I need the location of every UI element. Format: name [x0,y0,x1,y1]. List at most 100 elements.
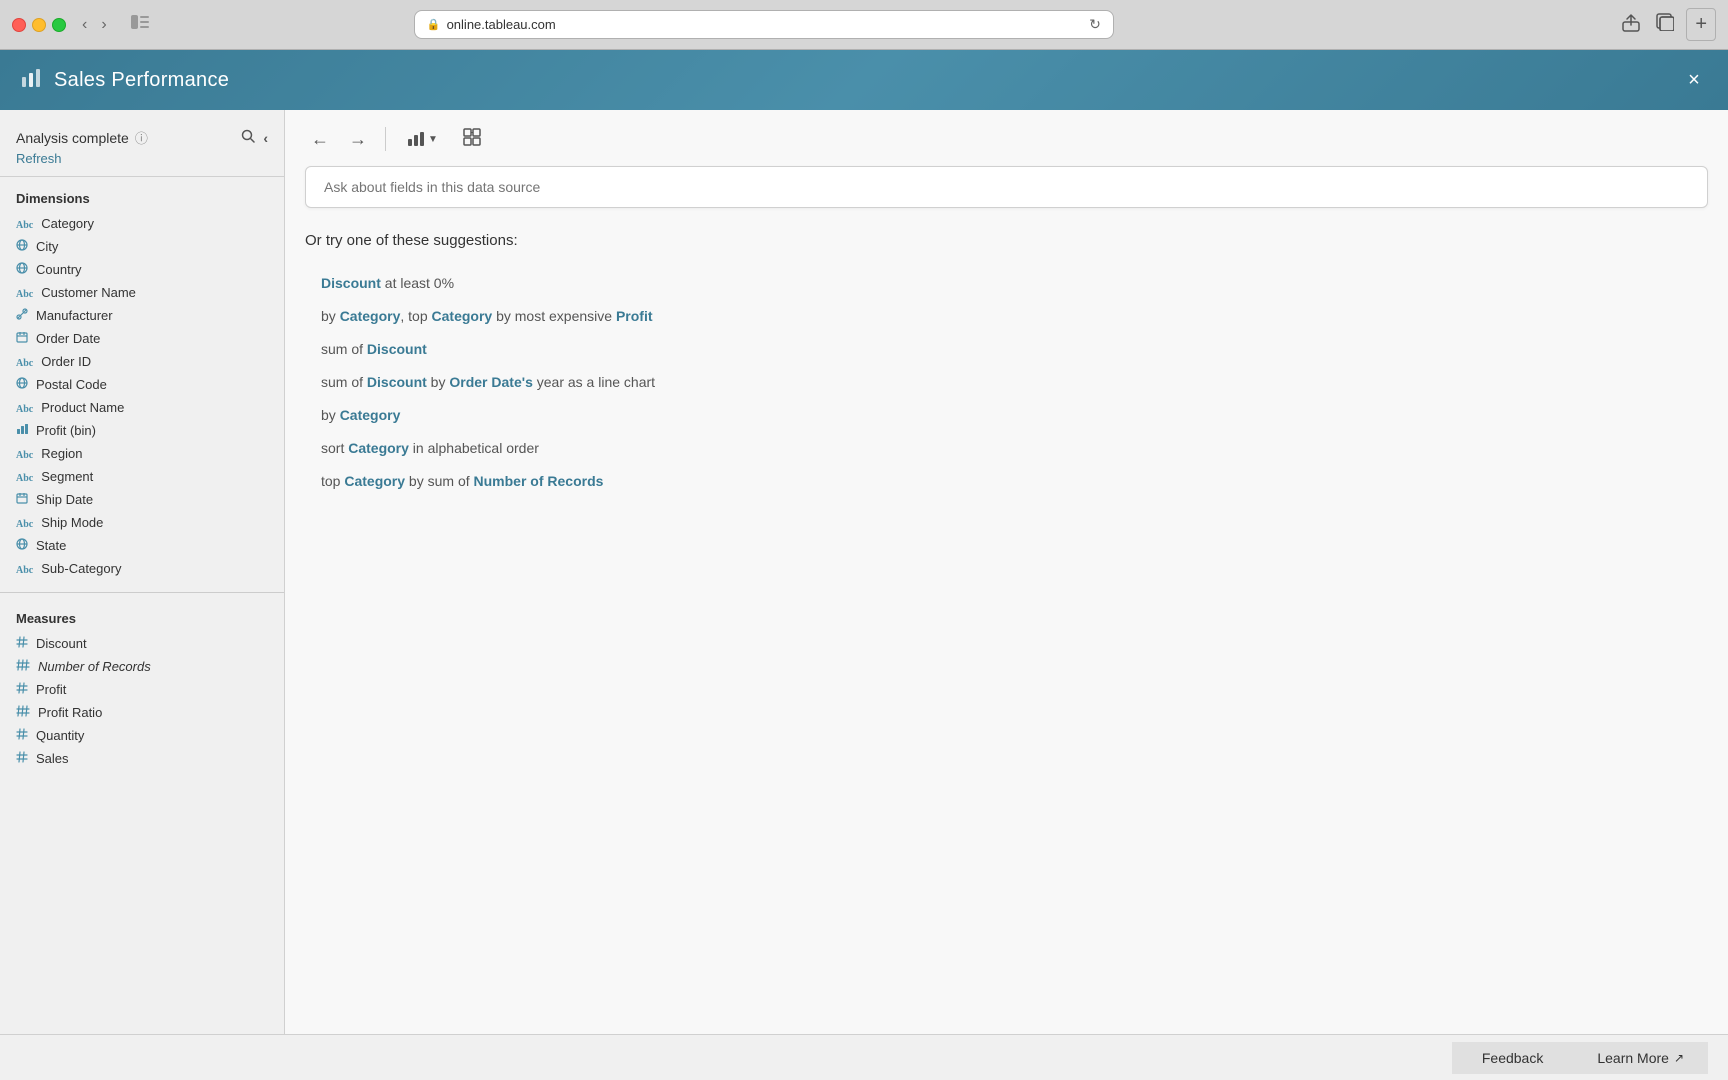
suggestion-field: Order Date's [449,374,532,390]
fullscreen-traffic-light[interactable] [52,18,66,32]
dimension-item[interactable]: AbcSub-Category [0,557,284,580]
new-tab-button[interactable]: + [1686,8,1716,41]
dimension-item[interactable]: AbcShip Mode [0,511,284,534]
dimension-item[interactable]: Abc Segment [0,465,284,488]
toolbar-divider [385,127,386,151]
suggestion-item[interactable]: by Category [305,399,1708,432]
suggestion-text: sort [321,440,348,456]
suggestion-field: Category [348,440,409,456]
suggestion-text: , top [400,308,431,324]
field-name: Number of Records [38,659,151,674]
field-name: Profit [36,682,66,697]
suggestion-text: sum of [321,341,367,357]
feedback-button[interactable]: Feedback [1452,1042,1573,1074]
field-name: Order Date [36,331,100,346]
suggestion-item[interactable]: sum of Discount [305,333,1708,366]
field-name: State [36,538,66,553]
forward-button[interactable]: › [95,12,112,38]
forward-viz-button[interactable]: → [343,125,373,154]
measure-item[interactable]: Quantity [0,724,284,747]
dimensions-list: Abc Category City Country Abc Customer Name Ma… [0,212,284,588]
url-text: online.tableau.com [447,17,1084,32]
field-name: Category [41,216,94,231]
field-type-icon: Abc [16,285,33,300]
dimension-item[interactable]: Abc Customer Name [0,281,284,304]
field-type-icon: Abc [16,561,33,576]
reload-button[interactable]: ↻ [1089,16,1101,33]
field-name: Customer Name [41,285,136,300]
field-name: Product Name [41,400,124,415]
back-viz-button[interactable]: ← [305,125,335,154]
field-name: Order ID [41,354,91,369]
toolbar: ← → ▼ [285,110,1728,154]
field-type-icon: Abc [16,216,33,231]
bottom-bar: Feedback Learn More ↗ [0,1034,1728,1080]
suggestion-text: top [321,473,344,489]
app-container: Sales Performance × Analysis complete ⓘ [0,50,1728,1080]
viz-dropdown-icon: ▼ [428,134,438,145]
measure-item[interactable]: Number of Records [0,655,284,678]
measure-item[interactable]: Profit Ratio [0,701,284,724]
measure-item[interactable]: Discount [0,632,284,655]
left-panel: Analysis complete ⓘ ‹ Refresh [0,110,285,1034]
url-bar[interactable]: 🔒 online.tableau.com ↻ [414,10,1114,39]
suggestion-field: Number of Records [474,473,604,489]
suggestion-field: Profit [616,308,653,324]
suggestion-item[interactable]: Discount at least 0% [305,267,1708,300]
search-icon-button[interactable] [241,129,255,147]
dimension-item[interactable]: Manufacturer [0,304,284,327]
dimension-item[interactable]: AbcRegion [0,442,284,465]
close-traffic-light[interactable] [12,18,26,32]
ask-data-input[interactable] [305,166,1708,208]
share-button[interactable] [1618,8,1644,41]
back-button[interactable]: ‹ [76,12,93,38]
measure-item[interactable]: Profit [0,678,284,701]
dimension-item[interactable]: City [0,235,284,258]
measure-item[interactable]: Sales [0,747,284,770]
tabs-button[interactable] [1652,9,1678,40]
external-link-icon: ↗ [1674,1051,1684,1065]
suggestion-text: at least 0% [381,275,454,291]
suggestions-container: Discount at least 0%by Category, top Cat… [305,267,1708,498]
dimension-item[interactable]: Abc Category [0,212,284,235]
grid-view-button[interactable] [455,124,489,154]
field-name: Sales [36,751,69,766]
field-name: Segment [41,469,93,484]
close-button[interactable]: × [1680,66,1708,94]
field-name: City [36,239,58,254]
measures-list: Discount Number of Records Profit Profit Ra… [0,632,284,778]
field-name: Quantity [36,728,84,743]
field-name: Manufacturer [36,308,113,323]
dimension-item[interactable]: Ship Date [0,488,284,511]
dimension-item[interactable]: AbcOrder ID [0,350,284,373]
learn-more-button[interactable]: Learn More ↗ [1573,1042,1708,1074]
field-type-icon [16,682,28,697]
dimension-item[interactable]: Abc Product Name [0,396,284,419]
dimension-item[interactable]: Postal Code [0,373,284,396]
field-type-icon [16,705,30,720]
header-title: Sales Performance [54,69,229,92]
dimension-item[interactable]: State [0,534,284,557]
analysis-actions: ‹ [241,129,268,147]
field-type-icon: Abc [16,400,33,415]
info-icon[interactable]: ⓘ [135,128,148,147]
field-type-icon: Abc [16,469,33,484]
suggestion-item[interactable]: sort Category in alphabetical order [305,432,1708,465]
suggestion-field: Discount [367,341,427,357]
refresh-link[interactable]: Refresh [16,151,62,166]
suggestion-text: by [321,308,340,324]
suggestion-item[interactable]: by Category, top Category by most expens… [305,300,1708,333]
viz-type-button[interactable]: ▼ [398,126,447,152]
collapse-button[interactable]: ‹ [263,130,268,146]
minimize-traffic-light[interactable] [32,18,46,32]
suggestion-item[interactable]: sum of Discount by Order Date's year as … [305,366,1708,399]
suggestion-field: Category [340,407,401,423]
analysis-status: Analysis complete [16,130,129,146]
suggestion-text: by most expensive [492,308,616,324]
sidebar-toggle-button[interactable] [123,11,157,38]
suggestion-item[interactable]: top Category by sum of Number of Records [305,465,1708,498]
dimension-item[interactable]: Profit (bin) [0,419,284,442]
dimension-item[interactable]: Order Date [0,327,284,350]
suggestion-field: Category [344,473,405,489]
dimension-item[interactable]: Country [0,258,284,281]
